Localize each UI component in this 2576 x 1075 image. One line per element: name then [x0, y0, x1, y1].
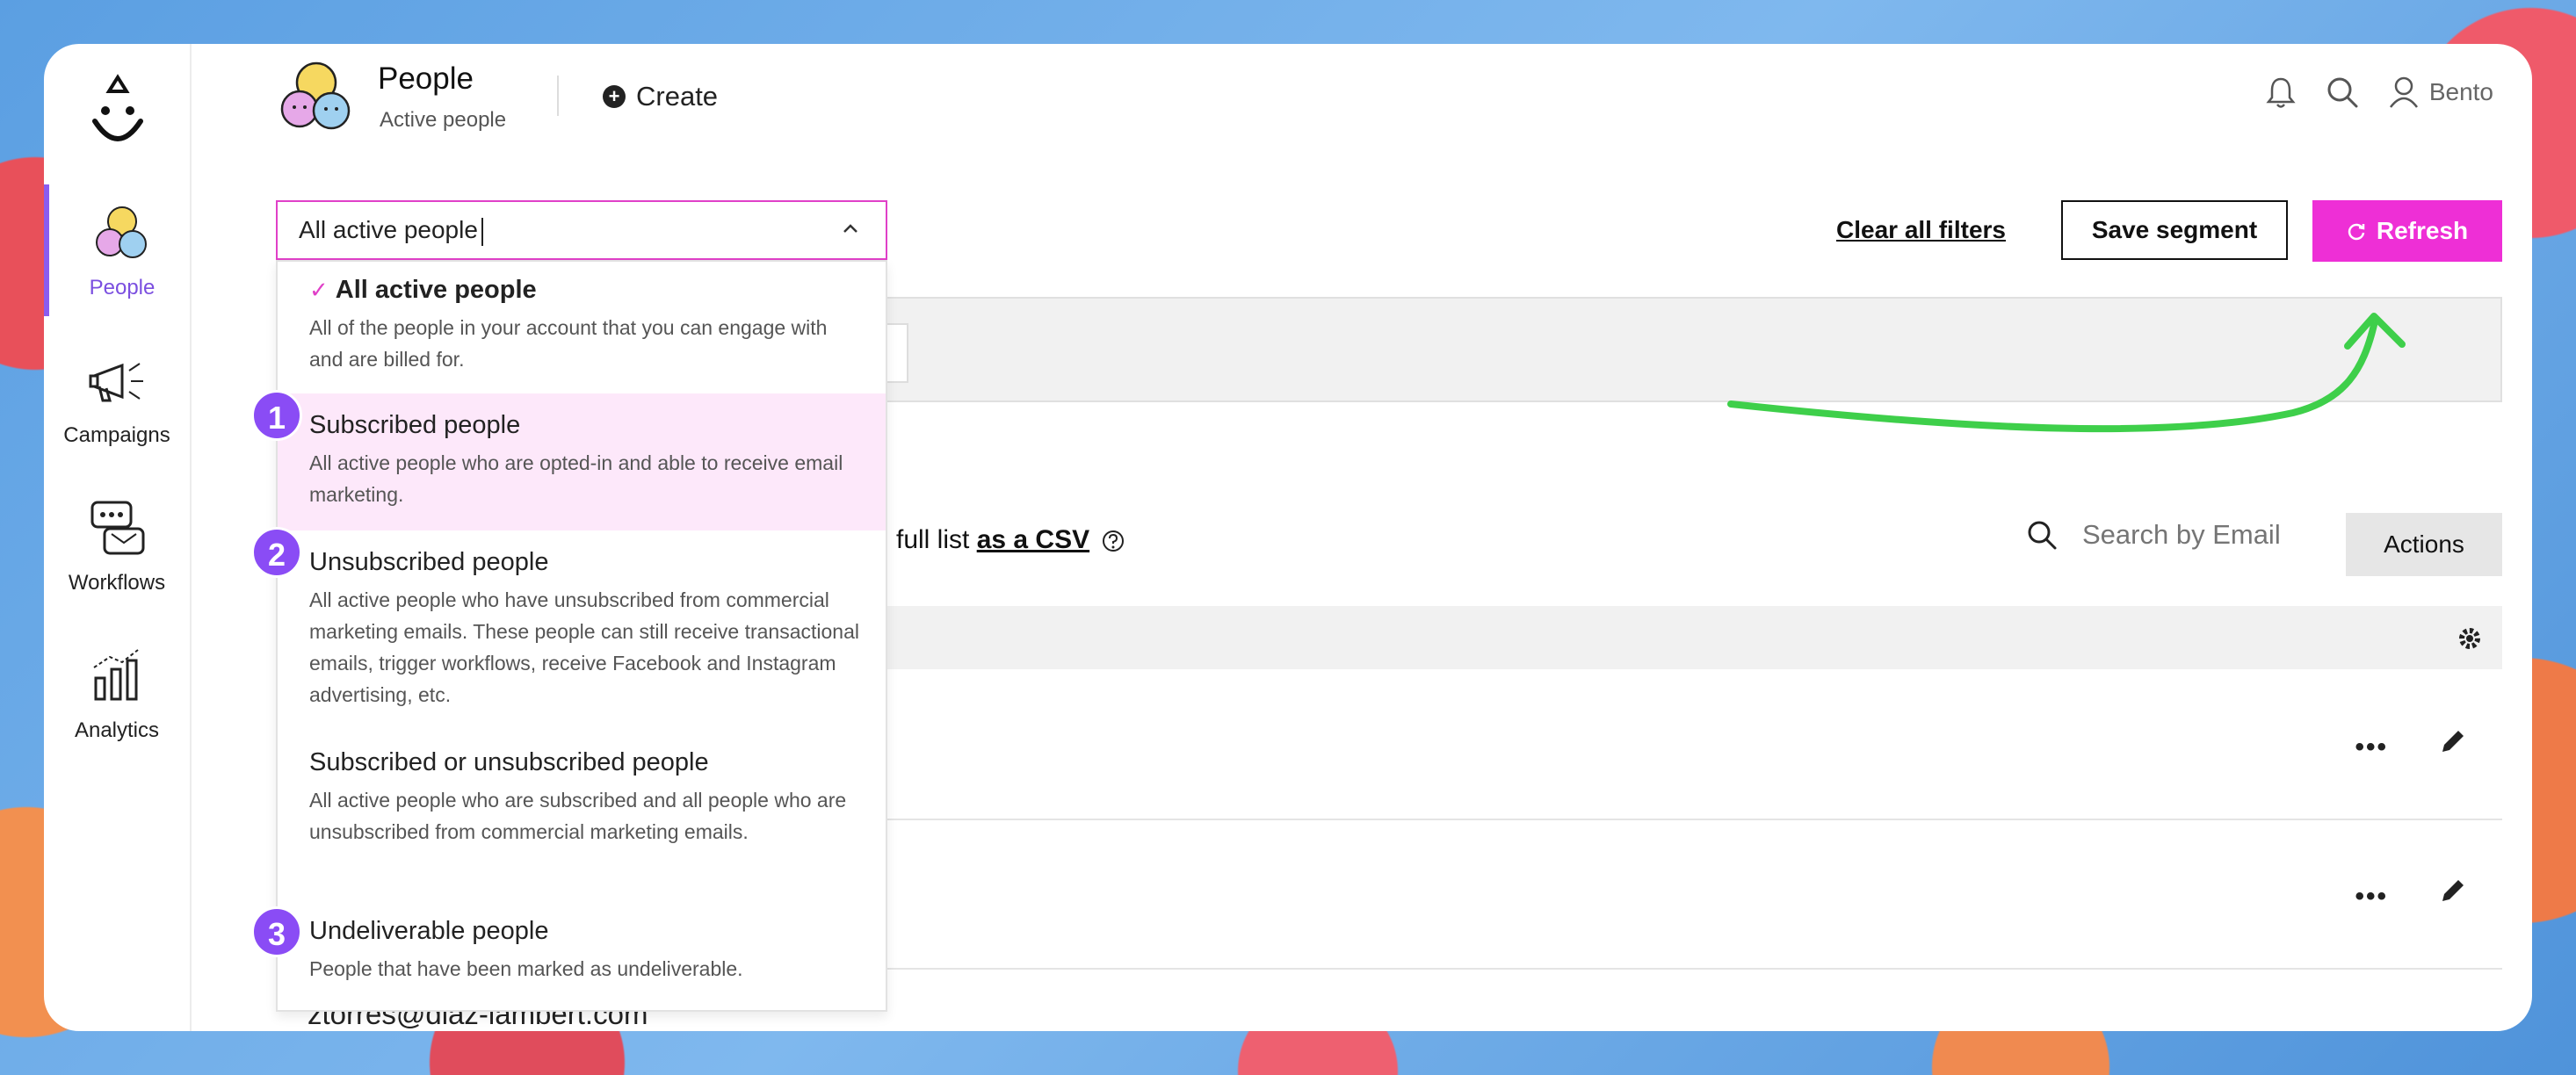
- search-input[interactable]: [2080, 518, 2312, 552]
- segment-dropdown: ✓ All active people All of the people in …: [276, 260, 887, 1012]
- workflow-icon: [83, 497, 150, 559]
- refresh-button[interactable]: Refresh: [2312, 200, 2502, 262]
- clear-filters-link[interactable]: Clear all filters: [1836, 216, 2006, 244]
- email-search: [2026, 518, 2312, 552]
- create-button[interactable]: + Create: [603, 77, 718, 116]
- annotation-arrow: [1713, 299, 2469, 448]
- sidebar-item-campaigns[interactable]: Campaigns: [44, 332, 190, 464]
- refresh-icon: [2347, 221, 2366, 241]
- dropdown-option-unsubscribed[interactable]: Unsubscribed people All active people wh…: [278, 548, 886, 711]
- edit-pencil-icon[interactable]: [2439, 877, 2467, 905]
- segment-select[interactable]: All active people: [276, 200, 887, 260]
- sidebar: People Campaigns Workflows: [44, 44, 192, 1031]
- step-badge-2: 2: [251, 527, 302, 578]
- option-description: All active people who are opted-in and a…: [309, 447, 859, 510]
- csv-export-link[interactable]: as a CSV: [977, 525, 1089, 554]
- table-header: [887, 606, 2502, 669]
- text-caret: [481, 218, 483, 246]
- chevron-up-icon: [842, 220, 859, 237]
- option-title: Undeliverable people: [309, 917, 859, 946]
- sidebar-item-label: Workflows: [44, 571, 190, 595]
- more-options-icon[interactable]: •••: [2355, 882, 2388, 912]
- page-title: People: [378, 61, 474, 97]
- user-name: Bento: [2429, 78, 2493, 106]
- sidebar-item-label: People: [49, 276, 195, 300]
- people-icon: [89, 202, 156, 263]
- actions-button[interactable]: Actions: [2346, 513, 2502, 576]
- create-label: Create: [636, 81, 718, 112]
- bento-logo-icon: [83, 72, 153, 151]
- plus-icon: +: [603, 85, 626, 108]
- sidebar-item-label: Analytics: [44, 718, 190, 743]
- megaphone-icon: [83, 350, 150, 411]
- help-icon[interactable]: [1102, 530, 1125, 552]
- check-icon: ✓: [309, 277, 329, 303]
- header-divider: [557, 76, 559, 116]
- option-description: All of the people in your account that y…: [309, 312, 859, 375]
- search-icon[interactable]: [2326, 76, 2359, 109]
- sidebar-item-analytics[interactable]: Analytics: [44, 627, 190, 759]
- csv-prefix: full list: [896, 525, 977, 554]
- bell-icon[interactable]: [2266, 76, 2296, 109]
- dropdown-option-all-active[interactable]: ✓ All active people All of the people in …: [278, 276, 886, 375]
- user-icon: [2389, 76, 2419, 109]
- dropdown-option-subscribed-or-unsubscribed[interactable]: Subscribed or unsubscribed people All ac…: [278, 748, 886, 848]
- page-subtitle: Active people: [380, 108, 506, 133]
- analytics-icon: [83, 645, 150, 706]
- people-illustration-icon: [277, 58, 356, 137]
- option-description: People that have been marked as undelive…: [309, 953, 859, 985]
- step-badge-3: 3: [251, 906, 302, 957]
- segment-select-value: All active people: [299, 216, 478, 243]
- option-title: Subscribed people: [309, 411, 859, 440]
- more-options-icon[interactable]: •••: [2355, 732, 2388, 762]
- sidebar-item-people[interactable]: People: [44, 184, 195, 316]
- user-menu[interactable]: Bento: [2389, 76, 2493, 109]
- refresh-label: Refresh: [2377, 217, 2468, 245]
- search-icon: [2026, 519, 2058, 551]
- csv-export-text: full list as a CSV: [896, 525, 1125, 555]
- app-window: People Campaigns Workflows: [44, 44, 2532, 1031]
- option-description: All active people who are subscribed and…: [309, 784, 859, 848]
- table-row[interactable]: •••: [887, 820, 2502, 970]
- header-actions: Bento: [2266, 70, 2493, 114]
- option-title: All active people: [336, 276, 537, 304]
- option-title: Subscribed or unsubscribed people: [309, 748, 859, 777]
- gear-icon[interactable]: [2457, 625, 2483, 652]
- sidebar-item-workflows[interactable]: Workflows: [44, 480, 190, 611]
- save-segment-button[interactable]: Save segment: [2061, 200, 2288, 260]
- table-row[interactable]: •••: [887, 671, 2502, 820]
- sidebar-item-label: Campaigns: [44, 423, 190, 448]
- dropdown-option-subscribed[interactable]: Subscribed people All active people who …: [278, 393, 886, 530]
- edit-pencil-icon[interactable]: [2439, 727, 2467, 755]
- step-badge-1: 1: [251, 390, 302, 441]
- filter-input-stub[interactable]: [887, 323, 908, 383]
- option-description: All active people who have unsubscribed …: [309, 584, 859, 711]
- option-title: Unsubscribed people: [309, 548, 859, 577]
- dropdown-option-undeliverable[interactable]: Undeliverable people People that have be…: [278, 917, 886, 985]
